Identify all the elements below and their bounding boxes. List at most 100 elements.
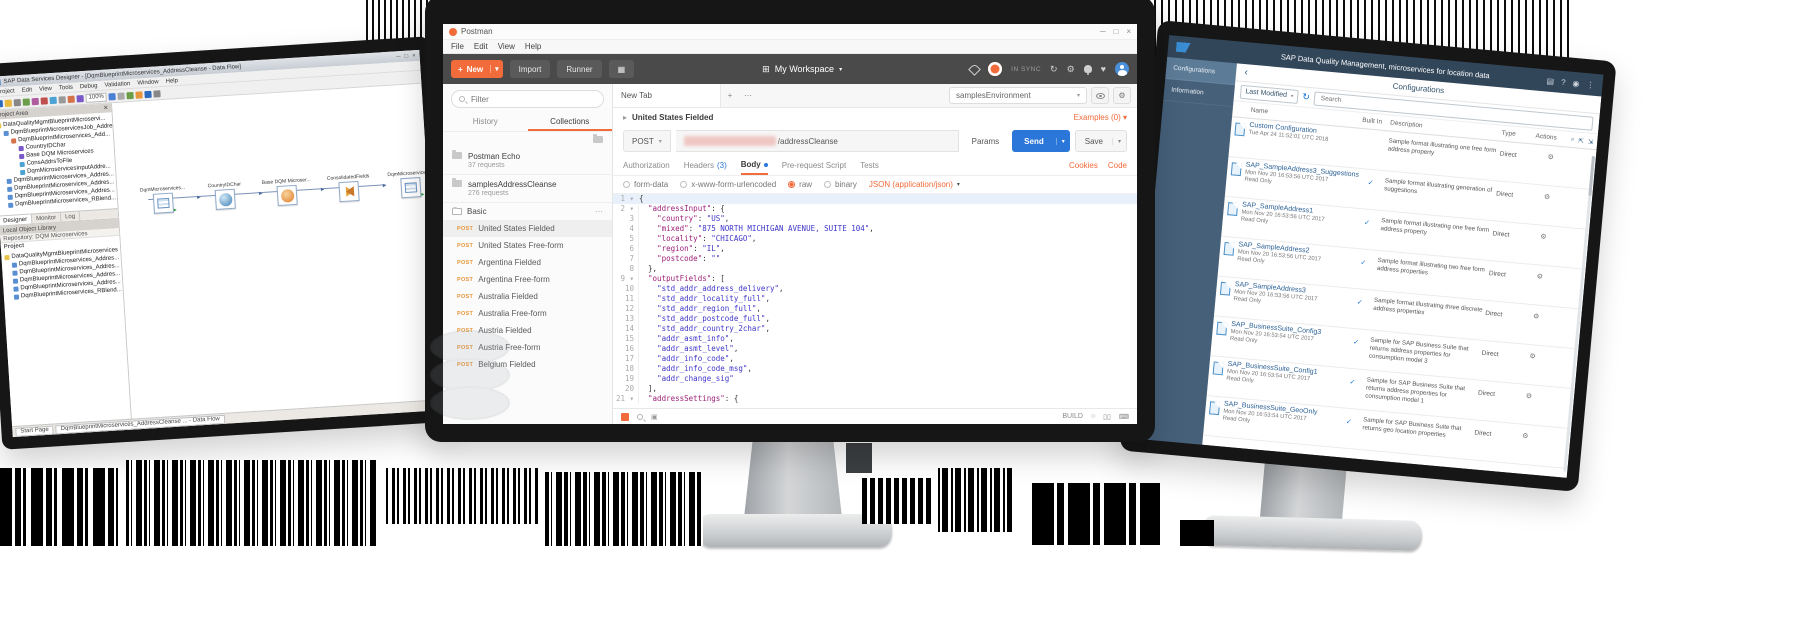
tab-headers[interactable]: Headers(3) <box>684 156 727 175</box>
line-number[interactable]: 7 <box>613 254 639 264</box>
gear-icon[interactable]: ⚙ <box>1540 234 1547 242</box>
line-number[interactable]: 13 <box>613 314 639 324</box>
two-pane-icon[interactable]: ▯▯ <box>1103 413 1111 421</box>
menu-item[interactable]: Help <box>165 78 178 85</box>
flow-node[interactable]: ConsolidatedFields <box>319 173 379 204</box>
flow-node-box[interactable] <box>338 181 359 202</box>
build-label[interactable]: BUILD <box>1062 413 1083 420</box>
gear-icon[interactable]: ⚙ <box>1529 353 1536 361</box>
flow-node[interactable]: CountryIDChar <box>195 181 255 212</box>
document-tab[interactable]: Start Page <box>15 425 54 436</box>
bulb-icon[interactable]: ○ <box>1091 413 1095 420</box>
content-type-select[interactable]: JSON (application/json)▾ <box>869 180 960 189</box>
window-control[interactable]: × <box>412 53 416 59</box>
list-icon[interactable]: ▤ <box>1546 76 1554 86</box>
sync-icon[interactable]: ↻ <box>1050 64 1058 75</box>
line-number[interactable]: 20 <box>613 384 639 394</box>
search-icon[interactable] <box>637 414 643 420</box>
menu-item[interactable]: Edit <box>474 42 488 51</box>
toolbar-icon[interactable] <box>23 98 30 105</box>
request-list-item[interactable]: POSTBelgium Fielded <box>443 356 612 373</box>
request-list-item[interactable]: POSTAustralia Fielded <box>443 288 612 305</box>
help-icon[interactable]: ? <box>1561 77 1566 86</box>
flow-node-box[interactable] <box>215 189 236 210</box>
refresh-icon[interactable]: ↻ <box>1302 91 1311 103</box>
send-options-icon[interactable]: ▾ <box>1056 138 1070 145</box>
cookies-link[interactable]: Cookies <box>1069 161 1098 170</box>
console-icon[interactable]: ▣ <box>651 413 658 421</box>
dataflow-canvas[interactable]: DqmMicroservices...▸CountryIDChar▸Base D… <box>112 84 441 419</box>
menu-item[interactable]: View <box>498 42 515 51</box>
collection-item[interactable]: Postman Echo37 requests <box>443 147 612 175</box>
toolbar-icon[interactable] <box>145 90 152 97</box>
folder-options-icon[interactable]: ⋯ <box>595 207 603 216</box>
request-list-item[interactable]: POSTAustralia Free-form <box>443 305 612 322</box>
tab-body[interactable]: Body <box>741 156 768 175</box>
request-list-item[interactable]: POSTArgentina Free-form <box>443 271 612 288</box>
line-number[interactable]: 8 <box>613 264 639 274</box>
toolbar-icon[interactable] <box>136 91 143 98</box>
line-number[interactable]: 4 <box>613 224 639 234</box>
flow-node-box[interactable]: ▸ <box>400 177 421 198</box>
column-header-actions[interactable]: Actions <box>1535 133 1569 143</box>
avatar[interactable] <box>1115 62 1129 76</box>
tab-authorization[interactable]: Authorization <box>623 156 670 175</box>
menu-item[interactable]: Project <box>0 88 15 95</box>
line-number[interactable]: 3 <box>613 214 639 224</box>
toolbar-icon[interactable] <box>0 100 3 107</box>
new-window-icon[interactable]: ▦ <box>609 60 635 78</box>
line-number[interactable]: 12 <box>613 304 639 314</box>
line-number[interactable]: 21 ▾ <box>613 394 639 404</box>
toolbar-icon[interactable] <box>14 98 21 105</box>
toolbar-icon[interactable] <box>32 97 39 104</box>
window-control[interactable]: ─ <box>1100 27 1106 36</box>
save-button[interactable]: Save ▾ <box>1075 130 1127 152</box>
line-number[interactable]: 1 ▾ <box>613 194 639 204</box>
toolbar-icon[interactable] <box>49 96 56 103</box>
menu-item[interactable]: Tools <box>59 84 73 91</box>
search-icon[interactable]: ⌕ <box>1570 135 1574 143</box>
params-button[interactable]: Params <box>964 137 1008 146</box>
method-select[interactable]: POST▾ <box>623 130 671 152</box>
gear-icon[interactable]: ⚙ <box>1536 273 1543 281</box>
settings-wrench-icon[interactable]: ⚙ <box>1067 64 1075 75</box>
window-control[interactable]: ─ <box>396 54 401 60</box>
workspace-switcher[interactable]: ⊞ My Workspace ▾ <box>634 64 970 75</box>
gear-icon[interactable]: ⚙ <box>1547 154 1554 162</box>
line-number[interactable]: 18 <box>613 364 639 374</box>
import-button[interactable]: Import <box>510 60 551 78</box>
toolbar-icon[interactable] <box>67 95 74 102</box>
window-control[interactable]: □ <box>404 53 408 59</box>
import-icon[interactable]: ⇱ <box>1578 136 1584 144</box>
line-number[interactable]: 19 <box>613 374 639 384</box>
body-type-raw[interactable]: raw <box>788 180 812 189</box>
body-editor[interactable]: 1 ▾{2 ▾ "addressInput": {3 "country": "U… <box>613 194 1137 408</box>
sidebar-tab-history[interactable]: History <box>443 112 528 131</box>
new-button[interactable]: +New ▾ <box>451 60 503 78</box>
collection-folder-basic[interactable]: Basic ⋯ <box>443 203 612 220</box>
bell-icon[interactable] <box>1084 65 1092 73</box>
new-tab-icon[interactable]: + <box>721 91 739 100</box>
request-list-item[interactable]: POSTAustria Free-form <box>443 339 612 356</box>
url-input[interactable]: /addressCleanse <box>676 130 959 152</box>
gear-icon[interactable]: ⚙ <box>1544 194 1551 202</box>
export-icon[interactable]: ⇲ <box>1588 137 1594 145</box>
window-control[interactable]: × <box>1126 27 1131 36</box>
line-number[interactable]: 6 <box>613 244 639 254</box>
line-number[interactable]: 11 <box>613 294 639 304</box>
examples-dropdown[interactable]: Examples (0) ▾ <box>1074 113 1127 122</box>
toolbar-icon[interactable] <box>5 99 12 106</box>
tab-pre-request-script[interactable]: Pre-request Script <box>782 156 846 175</box>
toolbar-icon[interactable] <box>118 92 125 99</box>
toolbar-icon[interactable] <box>58 96 65 103</box>
body-type-form-data[interactable]: form-data <box>623 180 668 189</box>
line-number[interactable]: 16 <box>613 344 639 354</box>
runner-button[interactable]: Runner <box>557 60 601 78</box>
menu-item[interactable]: Debug <box>80 83 98 90</box>
chevron-right-icon[interactable]: ▸ <box>623 113 627 122</box>
line-number[interactable]: 5 <box>613 234 639 244</box>
environment-select[interactable]: samplesEnvironment▾ <box>949 87 1087 104</box>
tab-options-icon[interactable]: ⋯ <box>739 91 757 100</box>
request-list-item[interactable]: POSTAustria Fielded <box>443 322 612 339</box>
flow-node[interactable]: Base DQM Microser... <box>257 177 317 208</box>
